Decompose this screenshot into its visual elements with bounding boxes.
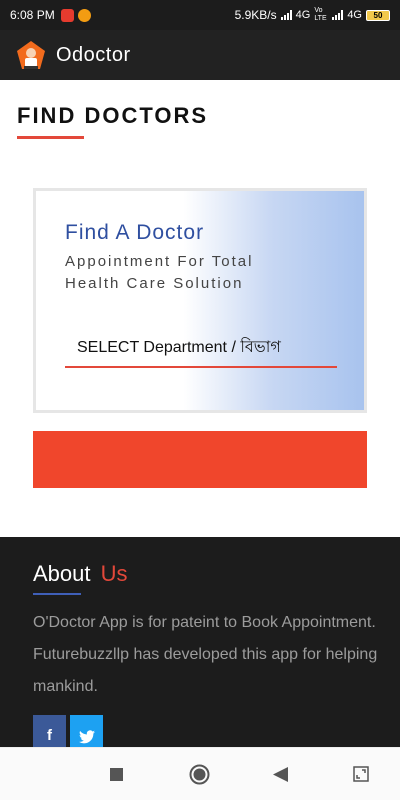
net-speed: 5.9KB/s xyxy=(234,8,277,22)
find-doctor-card: Find A Doctor Appointment For Total Heal… xyxy=(33,188,367,413)
about-heading-main: About xyxy=(33,561,91,586)
card-title: Find A Doctor xyxy=(65,221,205,244)
twitter-bird-icon xyxy=(78,730,95,744)
back-triangle-icon[interactable] xyxy=(273,767,288,782)
doctor-logo-icon xyxy=(17,41,45,69)
twitter-icon[interactable] xyxy=(70,715,103,747)
volte-badge: Vo LTE xyxy=(314,7,327,22)
app-title: Odoctor xyxy=(56,43,131,66)
signal-icon-2 xyxy=(332,10,344,20)
about-heading-accent: Us xyxy=(100,561,128,586)
social-links: f xyxy=(33,715,103,747)
about-underline xyxy=(33,593,81,595)
page-title: FIND DOCTORS xyxy=(17,103,209,128)
signal-icon xyxy=(280,10,292,20)
home-circle-icon[interactable] xyxy=(189,764,210,785)
title-underline xyxy=(17,136,84,139)
battery-icon: 50 xyxy=(366,9,390,21)
screenshot-icon[interactable] xyxy=(353,766,369,782)
card-subtitle-line1: Appointment For Total xyxy=(65,253,254,270)
notification-app-icon-2 xyxy=(77,8,91,22)
recents-square-icon[interactable] xyxy=(110,768,123,781)
network-type-2: 4G xyxy=(347,9,362,21)
notification-app-icon xyxy=(60,8,74,22)
about-heading: About Us xyxy=(33,561,128,587)
department-select[interactable]: SELECT Department / বিভাগ xyxy=(65,321,337,368)
about-text: O'Doctor App is for pateint to Book Appo… xyxy=(33,614,378,695)
card-subtitle-line2: Health Care Solution xyxy=(65,275,244,292)
facebook-icon[interactable]: f xyxy=(33,715,66,747)
status-bar: 6:08 PM 5.9KB/s 4G Vo LTE 4G 50 xyxy=(0,0,400,30)
search-doctor-button[interactable] xyxy=(33,431,367,488)
network-type: 4G xyxy=(295,9,311,21)
about-section: About Us O'Doctor App is for pateint to … xyxy=(0,537,400,747)
status-time: 6:08 PM xyxy=(10,8,55,22)
card-subtitle: Appointment For Total Health Care Soluti… xyxy=(65,251,253,295)
facebook-label: f xyxy=(47,727,52,744)
system-nav-bar xyxy=(0,747,400,800)
app-bar: Odoctor xyxy=(0,30,400,80)
